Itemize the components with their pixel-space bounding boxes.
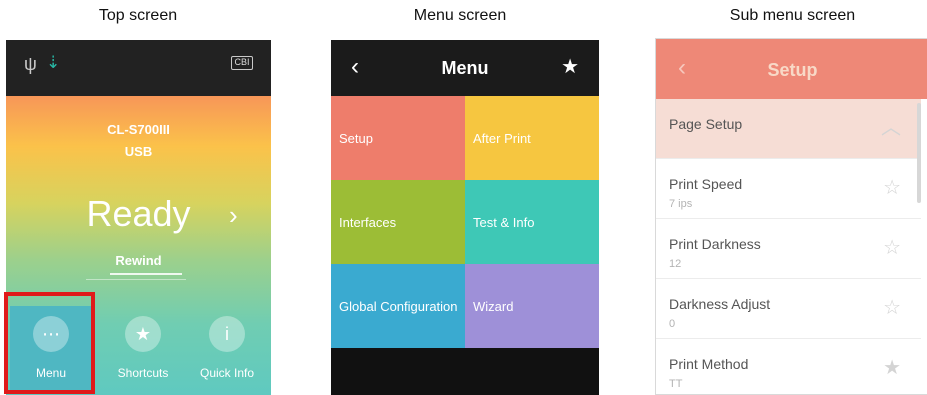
- star-filled-icon[interactable]: ★: [883, 357, 901, 379]
- list-item-value: 12: [669, 258, 682, 270]
- caption-menu-screen: Menu screen: [413, 7, 507, 24]
- usb-icon: ψ: [24, 54, 37, 74]
- menu-title: Menu: [441, 58, 489, 78]
- chevron-right-icon[interactable]: ›: [229, 200, 238, 230]
- mode-label: Rewind: [115, 253, 162, 268]
- caption-sub-menu-screen: Sub menu screen: [729, 7, 856, 24]
- list-item-label: Print Method: [669, 356, 749, 372]
- chevron-up-icon[interactable]: ︿: [881, 117, 901, 139]
- star-icon[interactable]: ★: [561, 56, 579, 78]
- submenu-title: Setup: [767, 60, 818, 80]
- info-icon: i: [209, 316, 245, 352]
- mode-divider: [86, 279, 186, 280]
- list-item-label: Page Setup: [669, 116, 743, 132]
- status-bar: ψ ⇣ CBI: [6, 40, 271, 96]
- caption-top-screen: Top screen: [98, 7, 178, 24]
- list-item-print-speed[interactable]: Print Speed 7 ips ☆: [656, 159, 921, 219]
- tile-wizard[interactable]: Wizard: [465, 264, 599, 348]
- list-item-label: Print Speed: [669, 176, 743, 192]
- printer-model: CL-S700III: [107, 122, 170, 137]
- list-item-label: Darkness Adjust: [669, 296, 771, 312]
- tile-global-configuration[interactable]: Global Configuration: [331, 264, 465, 348]
- sub-menu-screen: ‹ Setup Page Setup ︿ Print Speed 7 ips ☆…: [655, 38, 927, 395]
- quick-info-button-label: Quick Info: [199, 366, 255, 380]
- star-icon: ★: [125, 316, 161, 352]
- tile-interfaces[interactable]: Interfaces: [331, 180, 465, 264]
- tile-after-print[interactable]: After Print: [465, 96, 599, 180]
- star-outline-icon[interactable]: ☆: [883, 237, 901, 259]
- list-item-value: 0: [669, 318, 676, 330]
- list-item-darkness-adjust[interactable]: Darkness Adjust 0 ☆: [656, 279, 921, 339]
- tile-setup[interactable]: Setup: [331, 96, 465, 180]
- menu-button-highlight: [4, 292, 95, 394]
- star-outline-icon[interactable]: ☆: [883, 177, 901, 199]
- menu-footer: [331, 348, 599, 395]
- list-item-label: Print Darkness: [669, 236, 761, 252]
- star-outline-icon[interactable]: ☆: [883, 297, 901, 319]
- quick-info-button[interactable]: i Quick Info: [186, 306, 268, 392]
- shortcuts-button[interactable]: ★ Shortcuts: [102, 306, 184, 392]
- list-item-print-method[interactable]: Print Method TT ★: [656, 339, 921, 394]
- transfer-arrow-icon: ⇣: [46, 53, 61, 72]
- list-item-print-darkness[interactable]: Print Darkness 12 ☆: [656, 219, 921, 279]
- battery-icon: CBI: [231, 56, 253, 70]
- list-item-page-setup[interactable]: Page Setup ︿: [656, 99, 921, 159]
- menu-screen: ‹ Menu ★ Setup After Print Interfaces Te…: [331, 40, 599, 395]
- mode-underline: [110, 273, 182, 275]
- menu-header: ‹ Menu ★: [331, 40, 599, 96]
- scrollbar[interactable]: [917, 103, 921, 203]
- list-item-value: TT: [669, 378, 683, 390]
- submenu-header: ‹ Setup: [656, 39, 927, 99]
- tile-test-info[interactable]: Test & Info: [465, 180, 599, 264]
- interface-label: USB: [124, 144, 153, 159]
- list-item-value: 7 ips: [669, 198, 693, 210]
- shortcuts-button-label: Shortcuts: [117, 366, 169, 380]
